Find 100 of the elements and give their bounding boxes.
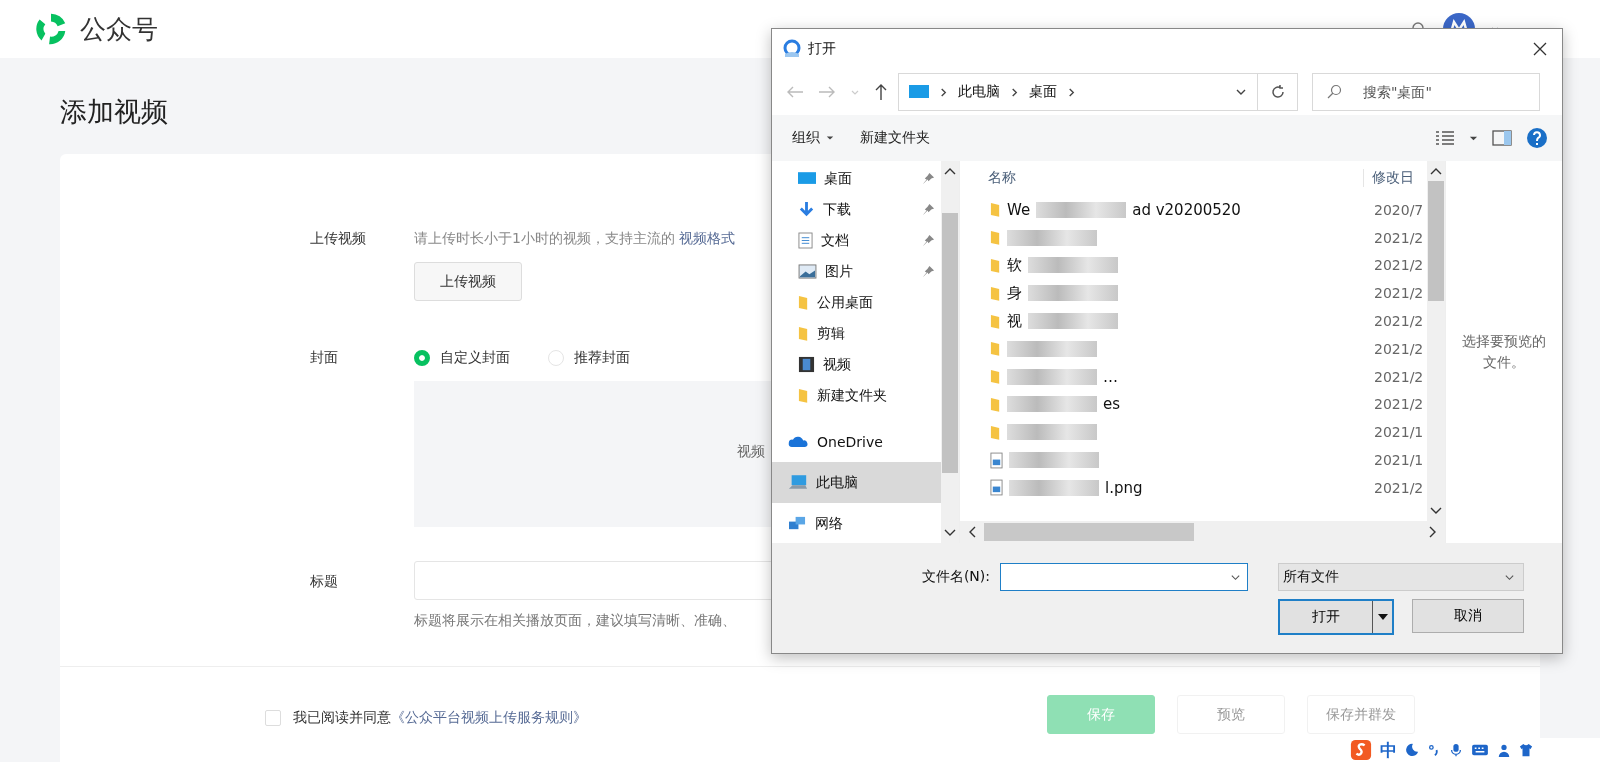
upload-video-button[interactable]: 上传视频 [414,262,522,301]
up-arrow-icon[interactable] [874,83,888,101]
cloud-icon [788,435,809,448]
cover-option[interactable]: 推荐封面 [548,349,630,367]
ime-mode[interactable]: 中 [1380,738,1397,762]
column-header[interactable]: 修改日 [1363,169,1414,187]
rules-link[interactable]: 《公众平台视频上传服务规则》 [391,709,587,725]
breadcrumb-item[interactable]: 桌面 [1029,83,1057,101]
nav-item[interactable]: 桌面 [772,163,941,194]
nav-label: 图片 [825,262,853,281]
organize-button[interactable]: 组织 [786,125,840,151]
nav-label: 文档 [821,231,849,250]
scroll-down-icon[interactable] [944,529,956,537]
shirt-icon[interactable] [1519,743,1533,757]
help-icon[interactable] [1526,127,1548,149]
scroll-down-icon[interactable] [1430,507,1442,515]
file-name: 视 [1007,311,1022,331]
nav-item[interactable]: OneDrive [772,421,941,462]
file-name: ad v20200520 [1132,200,1241,219]
radio-button[interactable] [414,350,430,366]
keyboard-icon[interactable] [1471,743,1489,757]
filename-field[interactable] [1000,563,1248,591]
nav-label: 新建文件夹 [817,386,887,405]
nav-item[interactable]: 文档 [772,225,941,256]
open-button[interactable]: 打开 [1280,601,1372,633]
download-arrow-icon [798,201,815,218]
nav-item[interactable]: 剪辑 [772,318,941,349]
file-name: 身 [1007,283,1022,303]
video-format-link[interactable]: 视频格式 [679,230,736,246]
file-row[interactable]: 2021/2 [980,223,1427,252]
file-row[interactable]: l.png 2021/2 [980,473,1427,502]
person-icon[interactable] [1497,743,1511,757]
scroll-left-icon[interactable] [968,526,976,538]
cancel-button[interactable]: 取消 [1412,599,1524,633]
file-row[interactable]: … 2021/2 [980,362,1427,391]
file-name: l.png [1105,478,1143,497]
refresh-button[interactable] [1258,73,1298,111]
cover-option[interactable]: 自定义封面 [414,349,510,367]
open-options-button[interactable] [1372,601,1392,633]
file-row[interactable]: We ad v20200520 2020/7 [980,196,1427,224]
folder-icon [798,294,809,311]
sogou-icon[interactable] [1350,739,1372,761]
file-date: 2021/2 [1373,479,1424,496]
scroll-up-icon[interactable] [944,167,956,175]
nav-label: 下载 [823,200,851,219]
nav-item[interactable]: 视频 [772,349,941,380]
folder-icon [798,325,809,342]
file-row[interactable]: 软 2021/2 [980,251,1427,280]
nav-item[interactable]: 此电脑 [772,462,941,503]
scroll-up-icon[interactable] [1430,167,1442,175]
image-icon [798,264,817,279]
column-header[interactable]: 名称 [980,169,1363,187]
close-icon[interactable] [1532,41,1548,57]
folder-icon [990,229,1001,247]
file-name: 软 [1007,256,1022,275]
new-folder-button[interactable]: 新建文件夹 [854,125,936,151]
folder-icon [990,368,1001,386]
file-row[interactable]: es 2021/2 [980,390,1427,419]
dialog-title: 打开 [808,40,836,58]
nav-item[interactable]: 网络 [772,503,941,544]
file-date: 2021/2 [1373,313,1424,330]
file-date: 2021/2 [1373,285,1424,302]
scroll-right-icon[interactable] [1429,526,1437,538]
file-date: 2021/2 [1373,257,1424,274]
nav-label: 公用桌面 [817,293,873,312]
preview-message: 选择要预览的文件。 [1461,332,1547,372]
file-date: 2021/2 [1373,368,1424,385]
file-name: … [1103,367,1118,386]
file-row[interactable]: 身 2021/2 [980,279,1427,308]
file-name: es [1103,395,1121,414]
nav-item[interactable]: 公用桌面 [772,287,941,318]
file-row[interactable]: 2021/1 [980,446,1427,474]
address-bar[interactable]: 此电脑 桌面 [898,73,1258,111]
file-date: 2020/7 [1373,201,1424,218]
folder-icon [990,395,1001,413]
nav-label: 网络 [815,514,843,533]
file-date: 2021/2 [1373,229,1424,246]
breadcrumb-item[interactable]: 此电脑 [958,83,1000,101]
cover-hint: 视频 [737,443,765,461]
moon-icon[interactable] [1405,743,1419,757]
search-field[interactable]: 搜索"桌面" [1312,73,1540,111]
file-row[interactable]: 视 2021/2 [980,307,1427,335]
nav-item[interactable]: 图片 [772,256,941,287]
view-options-icon[interactable] [1435,130,1455,146]
refresh-icon [1269,84,1286,100]
file-type-dropdown[interactable]: 所有文件 [1278,563,1524,591]
file-date: 2021/1 [1373,452,1424,469]
file-row[interactable]: 2021/2 [980,335,1427,363]
microphone-icon[interactable] [1449,743,1463,757]
nav-item[interactable]: 下载 [772,194,941,225]
preview-pane-icon[interactable] [1492,130,1512,146]
agree-checkbox[interactable] [265,710,281,726]
nav-label: 剪辑 [817,324,845,343]
file-row[interactable]: 2021/1 [980,418,1427,447]
nav-item[interactable]: 新建文件夹 [772,380,941,411]
punctuation-icon[interactable] [1427,743,1441,757]
scrollbar[interactable] [941,161,959,543]
folder-icon [990,340,1001,358]
image-file-icon [990,479,1003,497]
scrollbar[interactable] [1427,161,1445,521]
